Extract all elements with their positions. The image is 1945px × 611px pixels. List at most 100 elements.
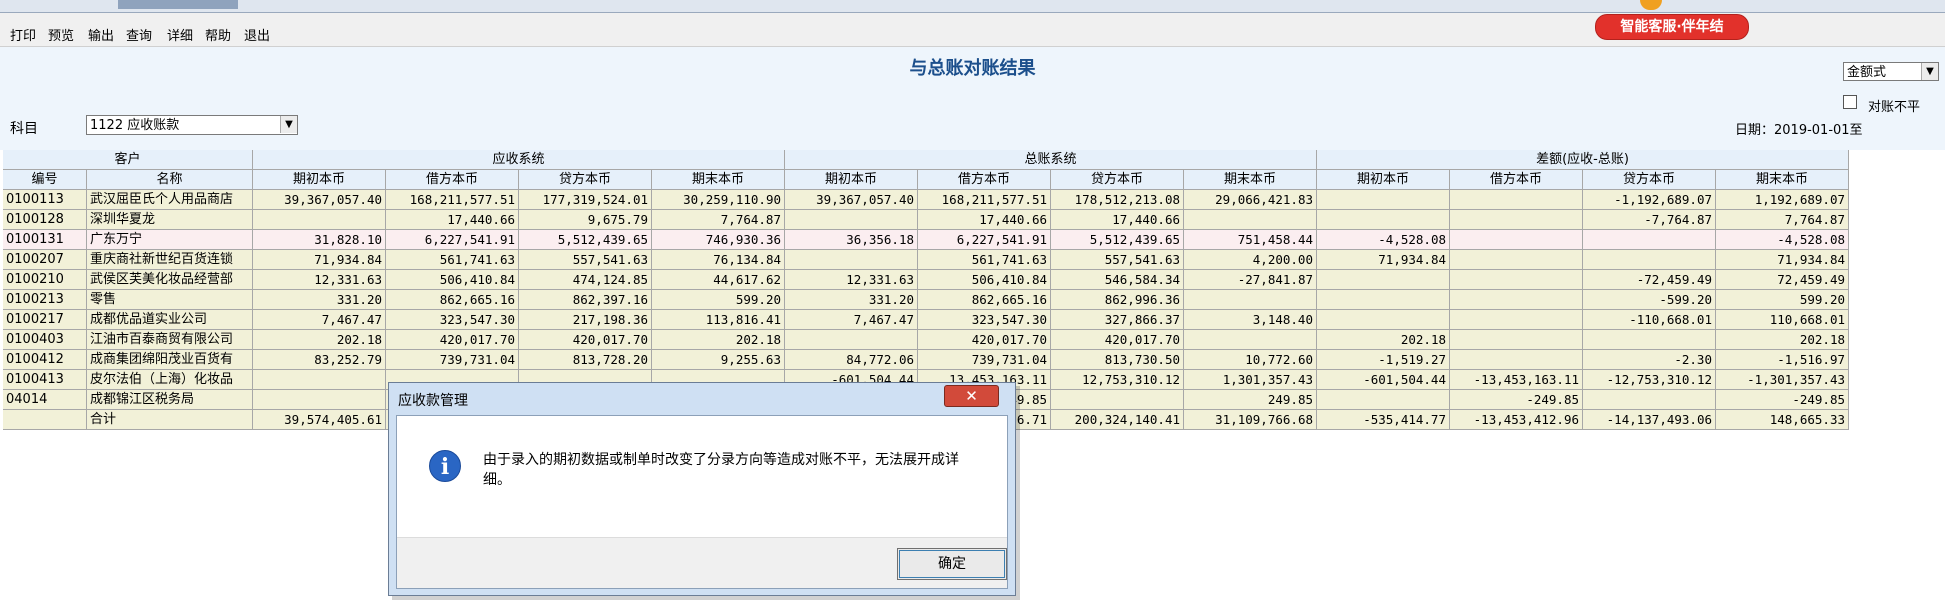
row-code-cell: 0100213 [3,290,87,310]
table-cell: 506,410.84 [386,270,519,290]
table-cell: -12,753,310.12 [1583,370,1716,390]
table-cell: 557,541.63 [519,250,652,270]
row-name-cell: 深圳华夏龙 [87,210,253,230]
dialog-footer: 确定 [397,537,1007,588]
table-cell [1583,230,1716,250]
menu-item-1[interactable]: 预览 [48,25,74,44]
table-cell: 323,547.30 [918,310,1051,330]
amount-mode-value: 金额式 [1847,65,1887,80]
column-header: 期初本币 [1317,170,1450,190]
table-cell: 813,730.50 [1051,350,1184,370]
column-header: 贷方本币 [519,170,652,190]
menu-item-6[interactable]: 退出 [244,25,270,44]
table-cell: 168,211,577.51 [386,190,519,210]
table-cell: -1,519.27 [1317,350,1450,370]
dialog-title: 应收款管理 [398,393,468,409]
chevron-down-icon[interactable]: ▼ [280,116,297,133]
menu-item-2[interactable]: 输出 [88,25,114,44]
menu-item-3[interactable]: 查询 [126,25,152,44]
column-header: 期末本币 [1184,170,1317,190]
table-cell [1317,270,1450,290]
table-cell [785,330,918,350]
window-tab[interactable] [118,0,238,9]
table-cell: -14,137,493.06 [1583,410,1716,430]
row-code-cell: 0100413 [3,370,87,390]
table-cell: 31,109,766.68 [1184,410,1317,430]
table-cell: 178,512,213.08 [1051,190,1184,210]
row-name-cell: 成都优品道实业公司 [87,310,253,330]
column-header: 借方本币 [918,170,1051,190]
row-name-cell: 成都锦江区税务局 [87,390,253,410]
table-cell: 12,753,310.12 [1051,370,1184,390]
table-cell: 751,458.44 [1184,230,1317,250]
table-cell: 39,367,057.40 [253,190,386,210]
column-header: 借方本币 [386,170,519,190]
row-code-cell: 0100217 [3,310,87,330]
group-header: 应收系统 [253,150,785,170]
table-cell: 200,324,140.41 [1051,410,1184,430]
table-cell: 44,617.62 [652,270,785,290]
table-cell [1450,270,1583,290]
column-header: 贷方本币 [1583,170,1716,190]
table-cell: -249.85 [1450,390,1583,410]
menu-item-5[interactable]: 帮助 [205,25,231,44]
close-button[interactable]: ✕ [944,385,999,407]
group-header: 差额(应收-总账) [1317,150,1849,170]
row-name-cell: 零售 [87,290,253,310]
table-cell: -1,301,357.43 [1716,370,1849,390]
row-name-cell: 合计 [87,410,253,430]
table-cell [253,390,386,410]
table-cell [253,210,386,230]
smart-service-button[interactable]: 智能客服·伴年结 [1595,14,1749,40]
column-header: 编号 [3,170,87,190]
row-code-cell: 0100412 [3,350,87,370]
table-cell: 36,356.18 [785,230,918,250]
group-header: 总账系统 [785,150,1317,170]
table-cell: 39,574,405.61 [253,410,386,430]
amount-mode-select[interactable]: 金额式 ▼ [1843,62,1939,81]
table-cell: 17,440.66 [918,210,1051,230]
table-cell: 71,934.84 [1317,250,1450,270]
table-cell: 599.20 [1716,290,1849,310]
table-cell: 862,665.16 [918,290,1051,310]
table-cell: 420,017.70 [918,330,1051,350]
table-cell: 217,198.36 [519,310,652,330]
table-cell: 6,227,541.91 [918,230,1051,250]
ok-button[interactable]: 确定 [897,548,1007,580]
dialog-body: i 由于录入的期初数据或制单时改变了分录方向等造成对账不平，无法展开成详细。 确… [396,415,1008,589]
table-cell: 7,764.87 [1716,210,1849,230]
table-cell [1450,330,1583,350]
row-name-cell: 皮尔法伯（上海）化妆品 [87,370,253,390]
menu-item-0[interactable]: 打印 [10,25,36,44]
table-cell: 84,772.06 [785,350,918,370]
table-cell: 546,584.34 [1051,270,1184,290]
table-cell [1184,330,1317,350]
table-cell [1450,250,1583,270]
table-cell: -1,516.97 [1716,350,1849,370]
table-cell: 17,440.66 [1051,210,1184,230]
table-cell: -2.30 [1583,350,1716,370]
table-cell [1051,390,1184,410]
subject-select[interactable]: 1122 应收账款 ▼ [86,115,298,135]
row-code-cell [3,410,87,430]
table-cell [1317,390,1450,410]
row-name-cell: 成商集团绵阳茂业百货有 [87,350,253,370]
chevron-down-icon[interactable]: ▼ [1921,63,1938,80]
row-code-cell: 0100131 [3,230,87,250]
table-cell: 561,741.63 [918,250,1051,270]
table-cell: 323,547.30 [386,310,519,330]
unbalanced-checkbox[interactable] [1843,95,1857,109]
row-code-cell: 0100207 [3,250,87,270]
menu-item-4[interactable]: 详细 [167,25,193,44]
table-cell: 862,996.36 [1051,290,1184,310]
row-code-cell: 0100128 [3,210,87,230]
table-cell [785,250,918,270]
table-cell: 862,397.16 [519,290,652,310]
table-cell [1583,250,1716,270]
table-cell: 1,192,689.07 [1716,190,1849,210]
row-code-cell: 0100113 [3,190,87,210]
column-header: 期初本币 [253,170,386,190]
table-cell [1317,290,1450,310]
row-code-cell: 0100210 [3,270,87,290]
table-cell: -27,841.87 [1184,270,1317,290]
